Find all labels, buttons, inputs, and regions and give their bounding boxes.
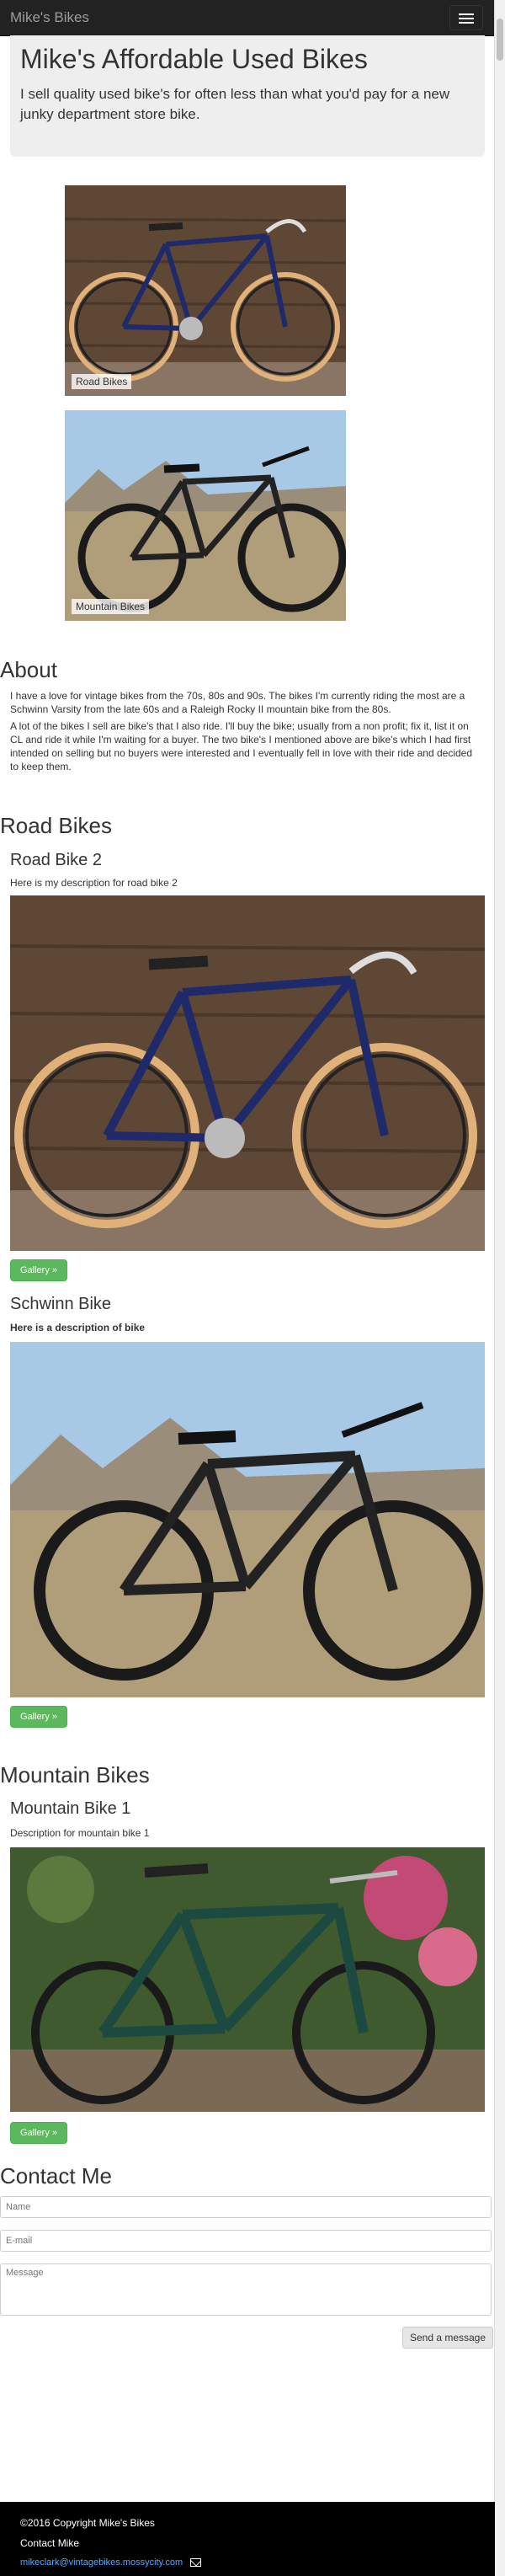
carousel-caption-road: Road Bikes: [72, 374, 132, 389]
footer-copyright: ©2016 Copyright Mike's Bikes: [20, 2517, 155, 2529]
schwinn-bike-description: Here is a description of bike: [10, 1322, 146, 1333]
schwinn-bike-gallery-button[interactable]: Gallery »: [10, 1706, 67, 1728]
road-bikes-heading: Road Bikes: [0, 813, 112, 838]
schwinn-bike-title: Schwinn Bike: [10, 1295, 112, 1313]
message-field[interactable]: [0, 2263, 492, 2316]
carousel-caption-mountain: Mountain Bikes: [72, 599, 150, 614]
scrollbar-thumb[interactable]: [497, 19, 503, 61]
road-bike-2-photo: [9, 895, 486, 1251]
mountain-bikes-heading: Mountain Bikes: [0, 1762, 150, 1788]
contact-heading: Contact Me: [0, 2163, 112, 2189]
about-paragraph-1: I have a love for vintage bikes from the…: [10, 690, 465, 715]
hero-subtitle: I sell quality used bike's for often les…: [20, 86, 450, 122]
about-heading: About: [0, 657, 57, 682]
about-paragraph-2: A lot of the bikes I sell are bike's tha…: [10, 720, 473, 772]
road-bike-image: [64, 185, 347, 396]
schwinn-bike-photo: [10, 1342, 485, 1697]
mountain-bike-1-description: Description for mountain bike 1: [10, 1827, 150, 1839]
navbar: Mike's Bikes: [0, 0, 495, 36]
envelope-icon: [190, 2557, 202, 2567]
mountain-bike-1-photo: [10, 1847, 485, 2112]
name-field[interactable]: [0, 2196, 492, 2218]
hero-title: Mike's Affordable Used Bikes: [20, 44, 368, 74]
mountain-bike-carousel-image[interactable]: Mountain Bikes: [65, 410, 347, 621]
road-bike-2-gallery-button[interactable]: Gallery »: [10, 1259, 67, 1281]
footer: ©2016 Copyright Mike's Bikes Contact Mik…: [0, 2502, 495, 2576]
send-message-button[interactable]: Send a message: [402, 2327, 493, 2349]
footer-email-link[interactable]: mikeclark@vintagebikes.mossycity.com: [20, 2557, 183, 2568]
road-bike-2-description: Here is my description for road bike 2: [10, 877, 178, 889]
email-field[interactable]: [0, 2230, 492, 2252]
mountain-bike-image: [65, 410, 347, 621]
page-scrollbar[interactable]: [494, 0, 505, 2576]
footer-contact-label: Contact Mike: [20, 2537, 80, 2549]
hero: Mike's Affordable Used Bikes I sell qual…: [10, 35, 485, 157]
brand-link[interactable]: Mike's Bikes: [10, 9, 89, 26]
hamburger-icon: [459, 13, 474, 15]
mountain-bike-1-gallery-button[interactable]: Gallery »: [10, 2122, 67, 2144]
road-bike-2-title: Road Bike 2: [10, 851, 102, 869]
mountain-bike-1-title: Mountain Bike 1: [10, 1799, 131, 1818]
road-bike-carousel-image[interactable]: Road Bikes: [64, 185, 347, 396]
menu-toggle-button[interactable]: [449, 5, 483, 30]
